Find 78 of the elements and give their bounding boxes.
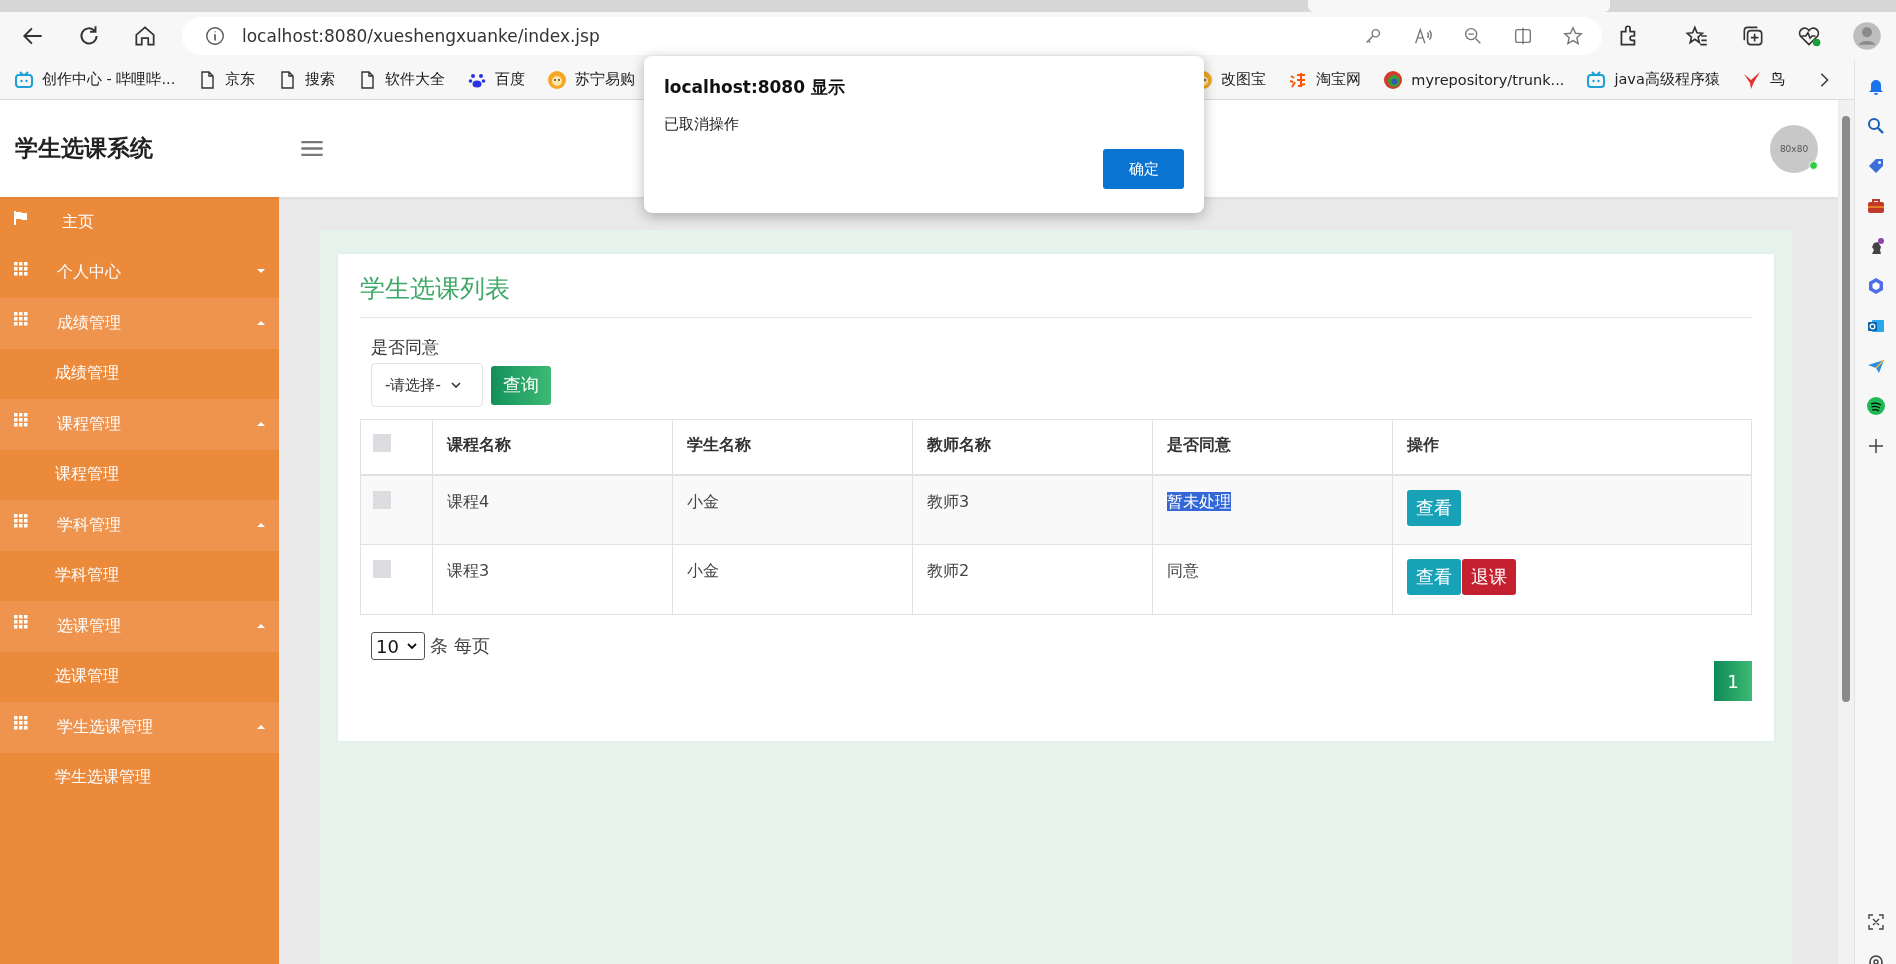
menu-icon[interactable] (301, 140, 323, 157)
checkbox[interactable] (373, 560, 391, 578)
ring-icon (1383, 69, 1404, 90)
address-bar[interactable]: localhost:8080/xueshengxuanke/index.jsp (182, 17, 1602, 55)
grid-icon (14, 261, 28, 276)
sidebar-item[interactable]: 个人中心 (0, 247, 279, 298)
table-cell: 课程3 (447, 561, 490, 580)
profile-icon[interactable] (1852, 21, 1882, 51)
split-screen-icon[interactable] (1512, 25, 1534, 47)
bookmark[interactable]: 百度 (467, 69, 526, 90)
table-cell: 教师3 (927, 491, 970, 511)
caret-up-icon (257, 723, 265, 729)
bookmark[interactable]: 淘宝网 (1288, 69, 1362, 90)
bookmark[interactable]: 京东 (197, 69, 256, 90)
bookmark[interactable]: 创作中心 - 哔哩哔... (14, 69, 176, 90)
page-button[interactable]: 1 (1714, 661, 1752, 701)
bookmark[interactable]: 搜索 (277, 69, 336, 90)
column-header: 学生名称 (687, 435, 752, 454)
column-header: 教师名称 (927, 435, 992, 454)
ok-button[interactable]: 确定 (1103, 149, 1184, 189)
flag-icon (14, 211, 28, 226)
search-button[interactable]: 查询 (491, 365, 551, 405)
tv-icon (1586, 69, 1607, 90)
sidebar-subitem[interactable]: 选课管理 (0, 651, 279, 702)
screenshot-icon[interactable] (1865, 912, 1886, 932)
bird-icon (1741, 69, 1762, 90)
table-cell: 课程4 (447, 491, 490, 511)
dialog-title: localhost:8080 显示 (664, 76, 846, 99)
table-cell: 小金 (687, 561, 720, 580)
bookmark[interactable]: java高级程序猿 (1586, 69, 1720, 90)
checkbox[interactable] (373, 434, 391, 452)
sidebar-subitem[interactable]: 学科管理 (0, 550, 279, 601)
tv-icon (14, 69, 34, 90)
status-select[interactable]: -请选择- (371, 363, 483, 407)
caret-up-icon (257, 622, 265, 628)
view-button[interactable]: 查看 (1407, 489, 1462, 526)
star-icon[interactable] (1562, 25, 1584, 47)
page-size-label: 条 每页 (430, 634, 490, 658)
info-icon[interactable] (204, 25, 226, 47)
bookmark[interactable]: myrepository/trunk... (1383, 69, 1565, 90)
grid-icon (14, 716, 28, 731)
caret-down-icon (450, 382, 461, 388)
filter-label: 是否同意 (371, 336, 440, 359)
grid-icon (14, 312, 28, 327)
table-cell: 暂未处理 (1167, 491, 1232, 511)
app-title: 学生选课系统 (15, 135, 153, 161)
table-cell: 小金 (687, 491, 720, 511)
sidebar-subitem[interactable]: 成绩管理 (0, 348, 279, 399)
grid-icon (14, 615, 28, 630)
column-header: 是否同意 (1167, 435, 1232, 454)
bookmark[interactable]: 鸟 (1741, 69, 1785, 90)
scrollbar[interactable] (1838, 100, 1854, 964)
bookmark[interactable]: 苏宁易购 (547, 69, 636, 90)
card-title: 学生选课列表 (360, 273, 511, 305)
page-size-select[interactable]: 10 (371, 632, 425, 660)
view-button[interactable]: 查看 (1407, 559, 1462, 595)
column-header: 操作 (1407, 435, 1440, 454)
search-icon[interactable] (1865, 116, 1886, 136)
grid-icon (14, 413, 28, 428)
caret-down-icon (406, 643, 417, 649)
caret-down-icon (257, 269, 265, 275)
sidebar-subitem[interactable]: 课程管理 (0, 449, 279, 500)
spotify-icon[interactable] (1865, 396, 1886, 416)
caret-up-icon (257, 521, 265, 527)
column-header: 课程名称 (447, 435, 511, 454)
checkbox[interactable] (373, 490, 391, 509)
drop-course-button[interactable]: 退课 (1462, 559, 1517, 595)
table-cell: 教师2 (927, 561, 970, 580)
caret-up-icon (257, 319, 265, 325)
briefcase-icon[interactable] (1865, 196, 1886, 216)
grid-icon (14, 514, 28, 529)
dialog-message: 已取消操作 (664, 115, 740, 134)
sidebar-item[interactable]: 主页 (0, 197, 279, 248)
bookmark[interactable]: 软件大全 (357, 69, 446, 90)
avatar[interactable]: 80x80 (1770, 124, 1818, 173)
table-cell: 同意 (1167, 561, 1200, 580)
caret-up-icon (257, 420, 265, 426)
sidebar-subitem[interactable]: 学生选课管理 (0, 752, 279, 803)
